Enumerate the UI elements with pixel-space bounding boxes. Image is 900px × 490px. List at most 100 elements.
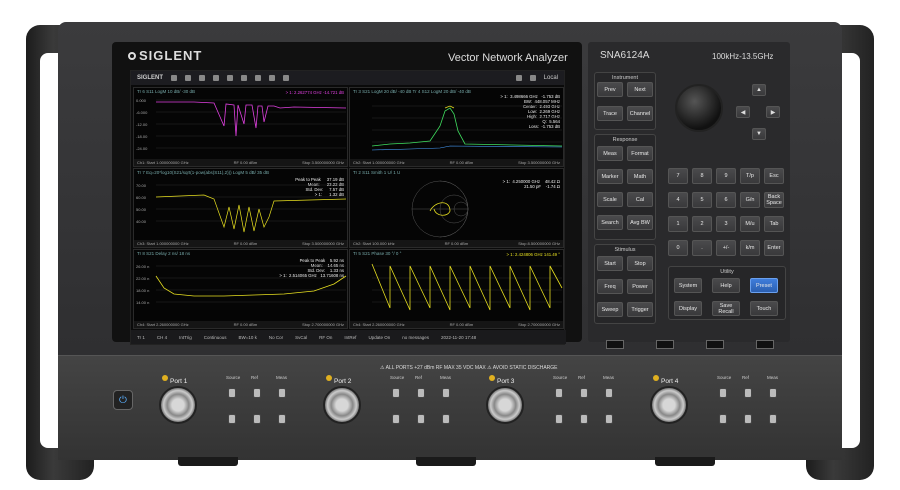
touch-key[interactable]: Touch — [750, 301, 778, 316]
trace-pane-4[interactable]: Tr 7 Eq=20*log10(S21/sqrt(1-pow(abs(S11)… — [133, 168, 348, 248]
power-key[interactable]: Power — [627, 279, 653, 294]
key-one[interactable]: 1 — [668, 216, 688, 232]
status-item[interactable]: IntRef — [344, 335, 356, 340]
search-key[interactable]: Search — [597, 215, 623, 230]
status-item[interactable]: RF On — [319, 335, 332, 340]
redo-icon[interactable] — [185, 75, 192, 81]
trace-key[interactable]: Trace — [597, 106, 623, 121]
trigger-key[interactable]: Trigger — [627, 302, 653, 317]
status-bar[interactable]: Tr 1 CH 4 IntTrig Continuous BW=10 k No … — [131, 330, 566, 344]
jumper-jack[interactable] — [744, 388, 752, 398]
system-key[interactable]: System — [674, 278, 702, 293]
trace-pane-3[interactable]: Tr 2 S11 Smith 1 U/ 1 U > 1: 4.250000 GH… — [349, 168, 564, 248]
key-enter[interactable]: Enter — [764, 240, 784, 256]
jumper-jack[interactable] — [417, 414, 425, 424]
display-key[interactable]: Display — [674, 301, 702, 316]
jumper-jack[interactable] — [253, 414, 261, 424]
jumper-jack[interactable] — [605, 414, 613, 424]
scale-key[interactable]: Scale — [597, 192, 623, 207]
screen-toolbar[interactable]: SIGLENT Local — [131, 71, 564, 85]
jumper-jack[interactable] — [719, 414, 727, 424]
status-item[interactable]: IntTrig — [179, 335, 192, 340]
save-recall-key[interactable]: Save Recall — [712, 301, 740, 316]
cal-icon[interactable] — [227, 75, 234, 81]
start-key[interactable]: Start — [597, 256, 623, 271]
key-tab[interactable]: Tab — [764, 216, 784, 232]
jumper-jack[interactable] — [555, 414, 563, 424]
key-g-n[interactable]: G/n — [740, 192, 760, 208]
jumper-jack[interactable] — [417, 388, 425, 398]
key-backspace[interactable]: Back Space — [764, 192, 784, 208]
sweep-key[interactable]: Sweep — [597, 302, 623, 317]
status-item[interactable]: Update On — [368, 335, 390, 340]
next-key[interactable]: Next — [627, 82, 653, 97]
port-connector[interactable] — [159, 386, 197, 424]
usb-port[interactable] — [706, 340, 724, 349]
key-dot[interactable]: . — [692, 240, 712, 256]
key-four[interactable]: 4 — [668, 192, 688, 208]
port-connector[interactable] — [323, 386, 361, 424]
folder-icon[interactable] — [269, 75, 276, 81]
status-item[interactable]: BW=10 k — [238, 335, 256, 340]
print-icon[interactable] — [255, 75, 262, 81]
channel-key[interactable]: Channel — [627, 106, 653, 121]
port-connector[interactable] — [486, 386, 524, 424]
prev-key[interactable]: Prev — [597, 82, 623, 97]
key-three[interactable]: 3 — [716, 216, 736, 232]
status-item[interactable]: No Cor — [269, 335, 283, 340]
marker-icon[interactable] — [199, 75, 206, 81]
jumper-jack[interactable] — [580, 414, 588, 424]
marker-key[interactable]: Marker — [597, 169, 623, 184]
status-item[interactable]: SvCal — [295, 335, 307, 340]
lock-icon[interactable] — [529, 75, 536, 81]
jumper-jack[interactable] — [744, 414, 752, 424]
jumper-jack[interactable] — [253, 388, 261, 398]
key-six[interactable]: 6 — [716, 192, 736, 208]
jumper-jack[interactable] — [580, 388, 588, 398]
key-five[interactable]: 5 — [692, 192, 712, 208]
key-m-u[interactable]: M/u — [740, 216, 760, 232]
right-arrow-key[interactable]: ▶ — [766, 106, 780, 118]
jumper-jack[interactable] — [555, 388, 563, 398]
left-arrow-key[interactable]: ◀ — [736, 106, 750, 118]
up-arrow-key[interactable]: ▲ — [752, 84, 766, 96]
usb-port[interactable] — [656, 340, 674, 349]
jumper-jack[interactable] — [392, 388, 400, 398]
key-zero[interactable]: 0 — [668, 240, 688, 256]
undo-icon[interactable] — [171, 75, 178, 81]
jumper-jack[interactable] — [605, 388, 613, 398]
key-k-m[interactable]: k/m — [740, 240, 760, 256]
display-icon[interactable] — [213, 75, 220, 81]
trace-pane-6[interactable]: Tr 5 S21 Phase 30 °/ 0 ° > 1: 2.424806 G… — [349, 249, 564, 329]
trace-pane-1[interactable]: Tr 6 S11 LogM 10 dB/ -30 dB > 1: 2.26277… — [133, 87, 348, 167]
key-plus-minus[interactable]: +/- — [716, 240, 736, 256]
jumper-jack[interactable] — [392, 414, 400, 424]
jumper-jack[interactable] — [769, 414, 777, 424]
freq-key[interactable]: Freq — [597, 279, 623, 294]
jumper-jack[interactable] — [769, 388, 777, 398]
touch-screen[interactable]: SIGLENT Local Tr 6 S11 LogM 10 dB/ -30 d… — [130, 70, 566, 345]
avg-bw-key[interactable]: Avg BW — [627, 215, 653, 230]
usb-port[interactable] — [606, 340, 624, 349]
jumper-jack[interactable] — [278, 388, 286, 398]
port-connector[interactable] — [650, 386, 688, 424]
status-item[interactable]: Tr 1 — [137, 335, 145, 340]
save-icon[interactable] — [241, 75, 248, 81]
stop-key[interactable]: Stop — [627, 256, 653, 271]
camera-icon[interactable] — [283, 75, 290, 81]
preset-key[interactable]: Preset — [750, 278, 778, 293]
jumper-jack[interactable] — [278, 414, 286, 424]
rotary-knob[interactable] — [675, 84, 723, 132]
trace-pane-5[interactable]: Tr 8 S21 Delay 2 ns/ 18 ns Peak to Peak … — [133, 249, 348, 329]
key-eight[interactable]: 8 — [692, 168, 712, 184]
grid-icon[interactable] — [515, 75, 522, 81]
format-key[interactable]: Format — [627, 146, 653, 161]
jumper-jack[interactable] — [228, 414, 236, 424]
key-two[interactable]: 2 — [692, 216, 712, 232]
down-arrow-key[interactable]: ▼ — [752, 128, 766, 140]
meas-key[interactable]: Meas — [597, 146, 623, 161]
cal-key[interactable]: Cal — [627, 192, 653, 207]
help-key[interactable]: Help — [712, 278, 740, 293]
key-esc[interactable]: Esc — [764, 168, 784, 184]
status-item[interactable]: CH 4 — [157, 335, 167, 340]
